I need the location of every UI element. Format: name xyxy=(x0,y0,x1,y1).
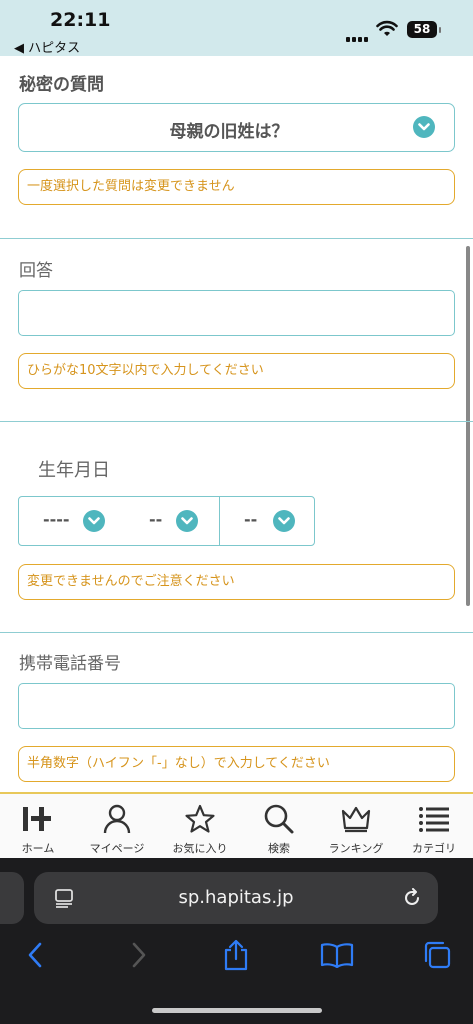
tab-label: カテゴリ xyxy=(412,842,456,855)
birth-year-value: ---- xyxy=(43,510,70,529)
phone-label: 携帯電話番号 xyxy=(19,654,121,674)
answer-input[interactable] xyxy=(18,290,455,336)
reload-icon[interactable] xyxy=(402,888,422,908)
birthday-label: 生年月日 xyxy=(38,460,110,481)
birth-year-select[interactable]: ---- xyxy=(18,496,125,546)
tab-mypage[interactable]: マイページ xyxy=(77,802,157,856)
section-divider xyxy=(0,632,473,633)
tab-label: ホーム xyxy=(21,842,55,855)
tab-label: ランキング xyxy=(328,842,384,855)
secret-question-label: 秘密の質問 xyxy=(19,75,104,95)
secret-question-select[interactable]: 母親の旧姓は？ xyxy=(18,103,455,152)
page-scrollbar[interactable] xyxy=(466,246,470,606)
person-icon xyxy=(77,802,157,836)
home-logo-icon xyxy=(0,802,78,836)
back-icon[interactable] xyxy=(26,940,46,970)
tab-category[interactable]: カテゴリ xyxy=(394,802,473,856)
phone-note: 半角数字（ハイフン「-」なし）で入力してください xyxy=(18,746,455,782)
birth-day-value: -- xyxy=(244,510,258,529)
home-indicator xyxy=(152,1008,322,1013)
star-icon xyxy=(160,802,240,836)
birth-month-select[interactable]: -- xyxy=(124,496,220,546)
tab-label: お気に入り xyxy=(172,842,228,855)
birthday-note: 変更できませんのでご注意ください xyxy=(18,564,455,600)
bottom-tab-bar: ホーム マイページ お気に入り 検索 ランキング カテゴリ xyxy=(0,792,473,858)
answer-note: ひらがな10文字以内で入力してください xyxy=(18,353,455,389)
secret-question-value: 母親の旧姓は？ xyxy=(169,122,289,142)
chevron-down-icon xyxy=(176,510,198,532)
bookmarks-icon[interactable] xyxy=(320,942,354,968)
birth-day-select[interactable]: -- xyxy=(219,496,315,546)
chevron-down-icon xyxy=(413,116,435,138)
birth-month-value: -- xyxy=(149,510,163,529)
browser-toolbar: sp.hapitas.jp xyxy=(0,858,473,1024)
tab-label: マイページ xyxy=(89,842,145,855)
tab-ranking[interactable]: ランキング xyxy=(316,802,396,856)
chevron-down-icon xyxy=(83,510,105,532)
section-divider xyxy=(0,421,473,422)
wifi-icon xyxy=(376,20,398,36)
url-text: sp.hapitas.jp xyxy=(178,887,294,908)
cellular-signal-icon xyxy=(346,23,370,42)
forward-icon[interactable] xyxy=(128,940,148,970)
registration-form: 秘密の質問 母親の旧姓は？ 一度選択した質問は変更できません 回答 ひらがな10… xyxy=(0,56,473,792)
secret-question-note: 一度選択した質問は変更できません xyxy=(18,169,455,205)
tabs-icon[interactable] xyxy=(422,940,452,970)
tab-favorites[interactable]: お気に入り xyxy=(160,802,240,856)
tab-label: 検索 xyxy=(268,842,290,855)
status-time: 22:11 xyxy=(50,9,111,31)
battery-icon: 58 xyxy=(407,21,441,38)
search-icon xyxy=(239,802,319,836)
tab-search[interactable]: 検索 xyxy=(239,802,319,856)
phone-input[interactable] xyxy=(18,683,455,729)
crown-icon xyxy=(316,802,396,836)
tab-home[interactable]: ホーム xyxy=(0,802,78,856)
list-icon xyxy=(394,802,473,836)
back-to-app-link[interactable]: ◀ ハピタス xyxy=(14,37,80,56)
address-bar[interactable]: sp.hapitas.jp xyxy=(34,872,438,924)
previous-tab-preview[interactable] xyxy=(0,872,24,924)
chevron-down-icon xyxy=(273,510,295,532)
share-icon[interactable] xyxy=(222,938,250,972)
section-divider xyxy=(0,238,473,239)
status-bar: 22:11 ◀ ハピタス 58 xyxy=(0,0,473,56)
answer-label: 回答 xyxy=(19,261,53,281)
